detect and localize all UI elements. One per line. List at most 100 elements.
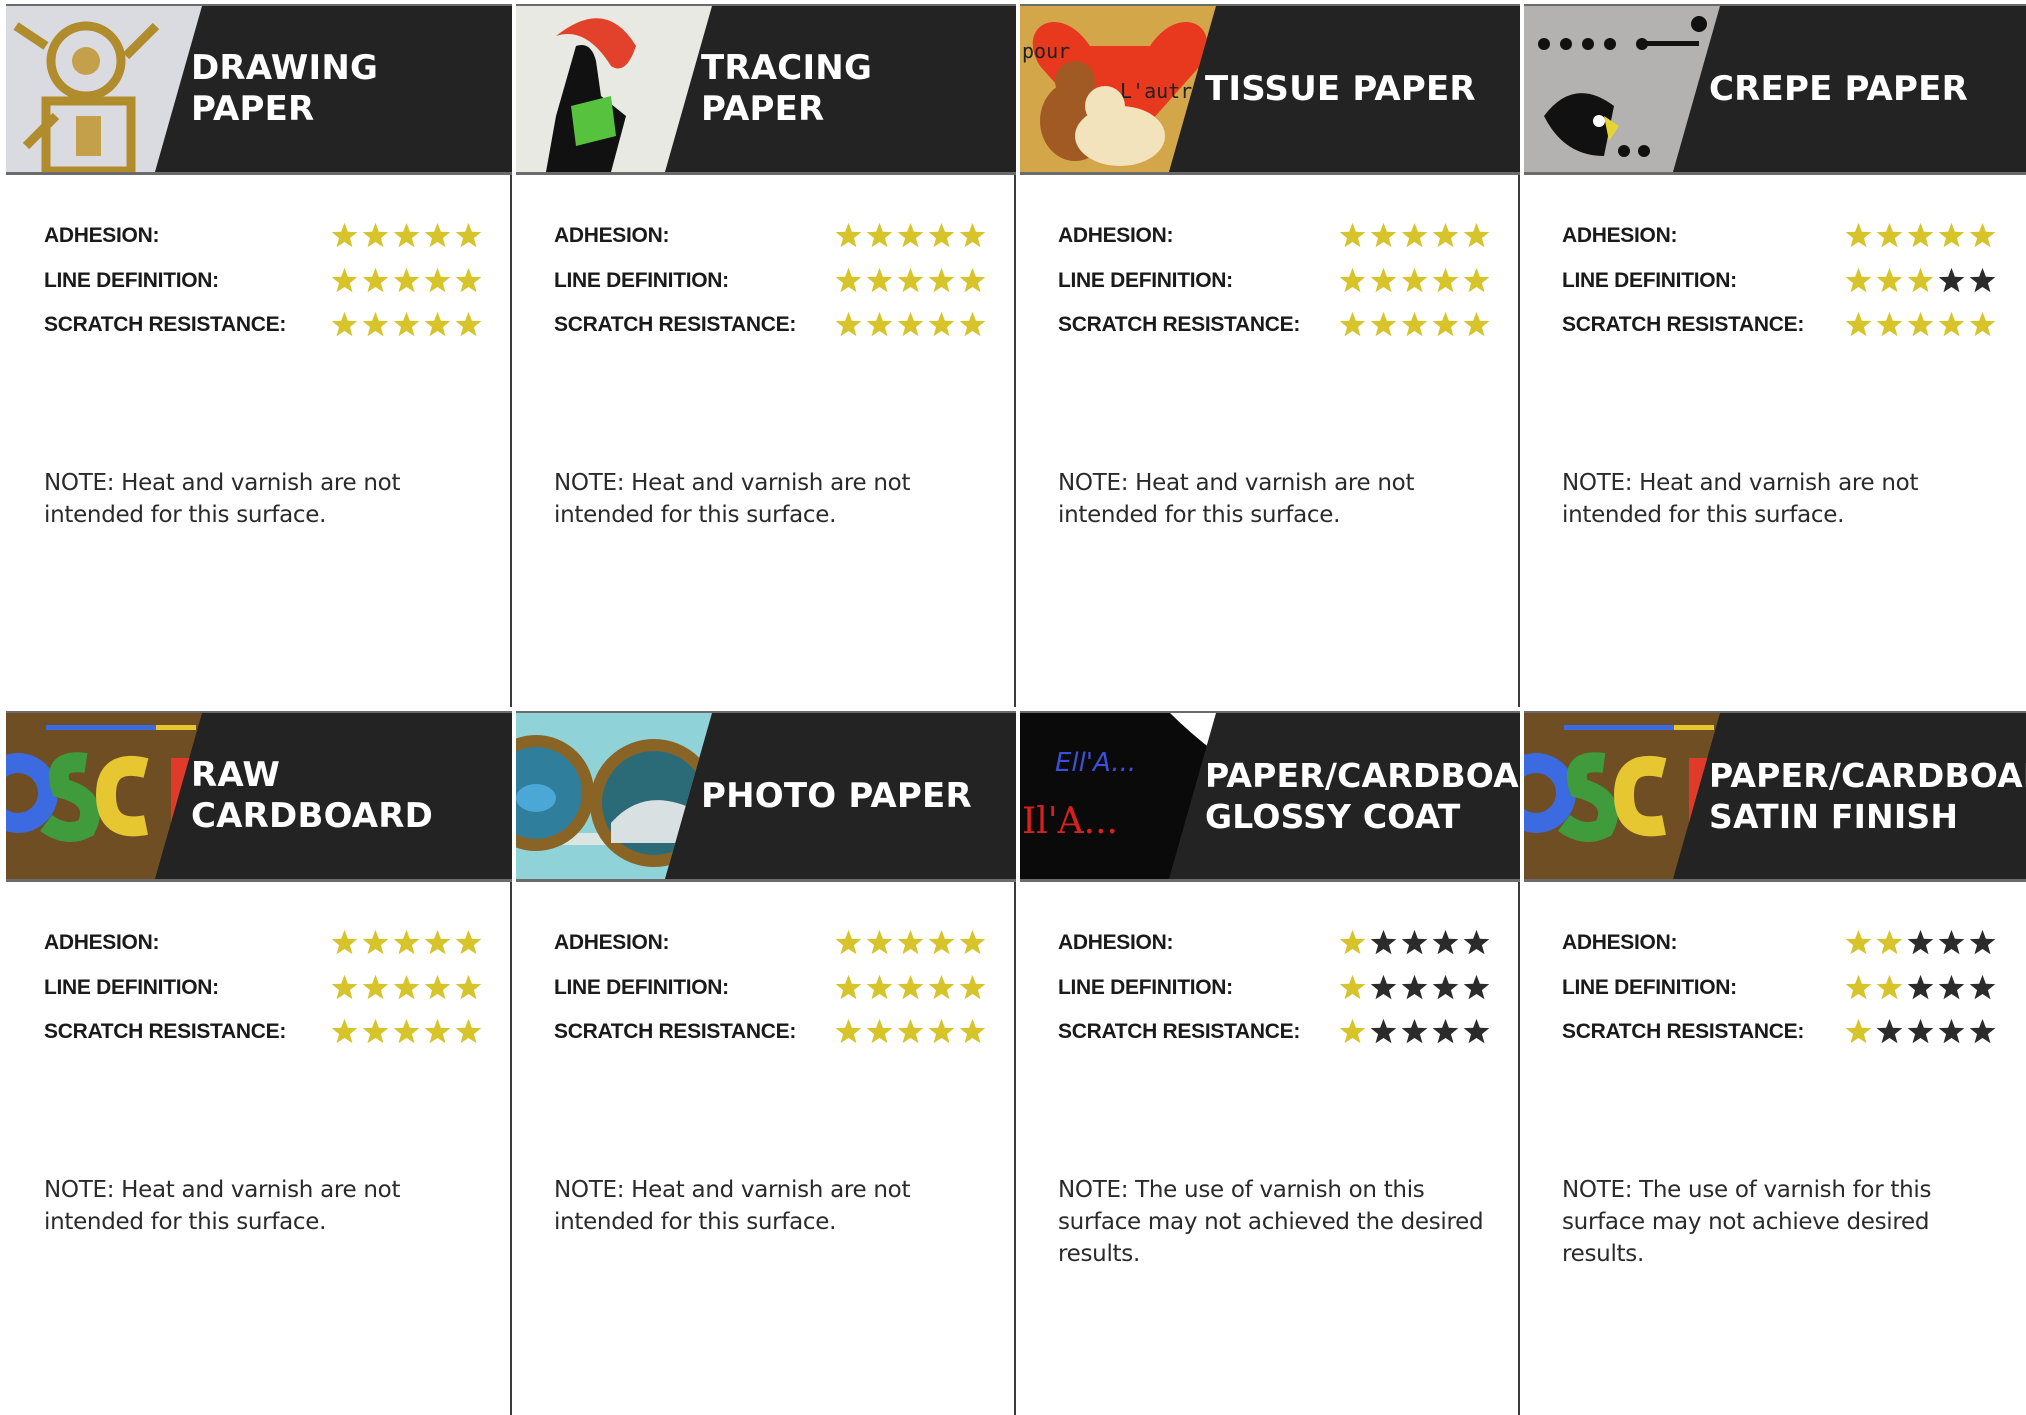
star-filled-icon — [422, 927, 453, 958]
card-header: PHOTO PAPER — [516, 711, 1016, 882]
rating-row: SCRATCH RESISTANCE: — [38, 309, 484, 354]
star-filled-icon — [957, 265, 988, 296]
thumb-text: pour — [1022, 39, 1070, 63]
star-rating — [1843, 220, 1998, 251]
rating-label: SCRATCH RESISTANCE: — [554, 313, 797, 336]
ratings-list: ADHESION: LINE DEFINITION: SCRATCH RESISTA… — [1556, 220, 1998, 354]
star-filled-icon — [833, 220, 864, 251]
colored-letters-icon — [1524, 713, 1720, 879]
star-rating — [1843, 1016, 1998, 1047]
star-filled-icon — [1399, 265, 1430, 296]
star-filled-icon — [422, 1016, 453, 1047]
rating-label: LINE DEFINITION: — [1058, 975, 1233, 999]
star-rating — [833, 927, 988, 958]
star-empty-icon — [1936, 1016, 1967, 1047]
star-filled-icon — [1936, 220, 1967, 251]
star-rating — [329, 1016, 484, 1047]
star-rating — [1337, 927, 1492, 958]
aztec-drawing-icon — [6, 6, 202, 172]
star-empty-icon — [1368, 927, 1399, 958]
star-filled-icon — [957, 972, 988, 1003]
star-filled-icon — [1967, 309, 1998, 340]
star-filled-icon — [1461, 265, 1492, 296]
star-filled-icon — [1874, 927, 1905, 958]
star-empty-icon — [1936, 265, 1967, 296]
star-filled-icon — [391, 927, 422, 958]
card-header: DRAWING PAPER — [6, 4, 512, 175]
rating-label: LINE DEFINITION: — [1562, 268, 1737, 292]
card-header: RAW CARDBOARD — [6, 711, 512, 882]
star-filled-icon — [1967, 220, 1998, 251]
star-empty-icon — [1399, 1016, 1430, 1047]
star-filled-icon — [360, 927, 391, 958]
star-filled-icon — [926, 1016, 957, 1047]
card-note: NOTE: Heat and varnish are not intended … — [554, 1177, 911, 1235]
card-title-line: SATIN FINISH — [1709, 797, 1959, 836]
rating-row: LINE DEFINITION: — [38, 265, 484, 310]
star-rating — [329, 309, 484, 340]
card-note: NOTE: The use of varnish on this surface… — [1058, 1177, 1484, 1267]
star-filled-icon — [1337, 265, 1368, 296]
star-filled-icon — [1843, 220, 1874, 251]
cats-heart-icon: pour L'autre — [1020, 6, 1216, 172]
card-title: PHOTO PAPER — [701, 713, 998, 879]
star-filled-icon — [422, 265, 453, 296]
star-filled-icon — [360, 265, 391, 296]
star-filled-icon — [360, 220, 391, 251]
surface-card: pour L'autre TISSUE PAPER ADHESION: LINE DEF… — [1014, 0, 1520, 707]
star-filled-icon — [1874, 220, 1905, 251]
star-filled-icon — [1936, 309, 1967, 340]
star-rating — [833, 972, 988, 1003]
star-filled-icon — [1430, 220, 1461, 251]
card-title-line: TISSUE PAPER — [1205, 68, 1476, 109]
rating-label: ADHESION: — [44, 931, 160, 954]
star-filled-icon — [453, 927, 484, 958]
ratings-list: ADHESION: LINE DEFINITION: SCRATCH RESISTA… — [38, 220, 484, 354]
star-filled-icon — [1843, 265, 1874, 296]
card-title-line: PAPER/CARDBOARD — [1205, 756, 1520, 795]
chalk-writing-icon: Ell'A... Il'A... — [1020, 713, 1216, 879]
star-empty-icon — [1874, 1016, 1905, 1047]
star-empty-icon — [1461, 972, 1492, 1003]
star-filled-icon — [1843, 972, 1874, 1003]
star-empty-icon — [1967, 927, 1998, 958]
star-filled-icon — [1905, 220, 1936, 251]
star-empty-icon — [1430, 1016, 1461, 1047]
star-filled-icon — [453, 972, 484, 1003]
card-title-line: TRACING PAPER — [701, 48, 873, 129]
surface-rating-grid: DRAWING PAPER ADHESION: LINE DEFINITION: SC… — [0, 0, 2026, 1415]
star-rating — [1337, 220, 1492, 251]
star-empty-icon — [1430, 927, 1461, 958]
star-rating — [1337, 972, 1492, 1003]
card-header: CREPE PAPER — [1524, 4, 2026, 175]
ratings-list: ADHESION: LINE DEFINITION: SCRATCH RESISTA… — [38, 927, 484, 1061]
rating-row: ADHESION: — [1556, 927, 1998, 972]
thumb-text: L'autre — [1120, 79, 1204, 103]
rating-row: LINE DEFINITION: — [548, 972, 988, 1017]
rating-row: ADHESION: — [38, 220, 484, 265]
rating-row: LINE DEFINITION: — [38, 972, 484, 1017]
rating-row: LINE DEFINITION: — [1556, 972, 1998, 1017]
star-rating — [329, 972, 484, 1003]
star-empty-icon — [1936, 927, 1967, 958]
rating-label: SCRATCH RESISTANCE: — [44, 1020, 287, 1043]
star-rating — [329, 265, 484, 296]
star-filled-icon — [895, 1016, 926, 1047]
star-rating — [1843, 309, 1998, 340]
ratings-list: ADHESION: LINE DEFINITION: SCRATCH RESISTA… — [1556, 927, 1998, 1061]
star-filled-icon — [926, 972, 957, 1003]
star-filled-icon — [957, 220, 988, 251]
star-filled-icon — [453, 220, 484, 251]
star-rating — [1843, 927, 1998, 958]
rating-label: SCRATCH RESISTANCE: — [44, 313, 287, 336]
star-filled-icon — [360, 972, 391, 1003]
star-rating — [329, 220, 484, 251]
star-rating — [1337, 265, 1492, 296]
rating-label: ADHESION: — [554, 931, 670, 954]
star-filled-icon — [1461, 309, 1492, 340]
rating-row: LINE DEFINITION: — [548, 265, 988, 310]
rating-row: LINE DEFINITION: — [1052, 972, 1492, 1017]
star-empty-icon — [1967, 972, 1998, 1003]
star-filled-icon — [833, 927, 864, 958]
star-filled-icon — [422, 220, 453, 251]
